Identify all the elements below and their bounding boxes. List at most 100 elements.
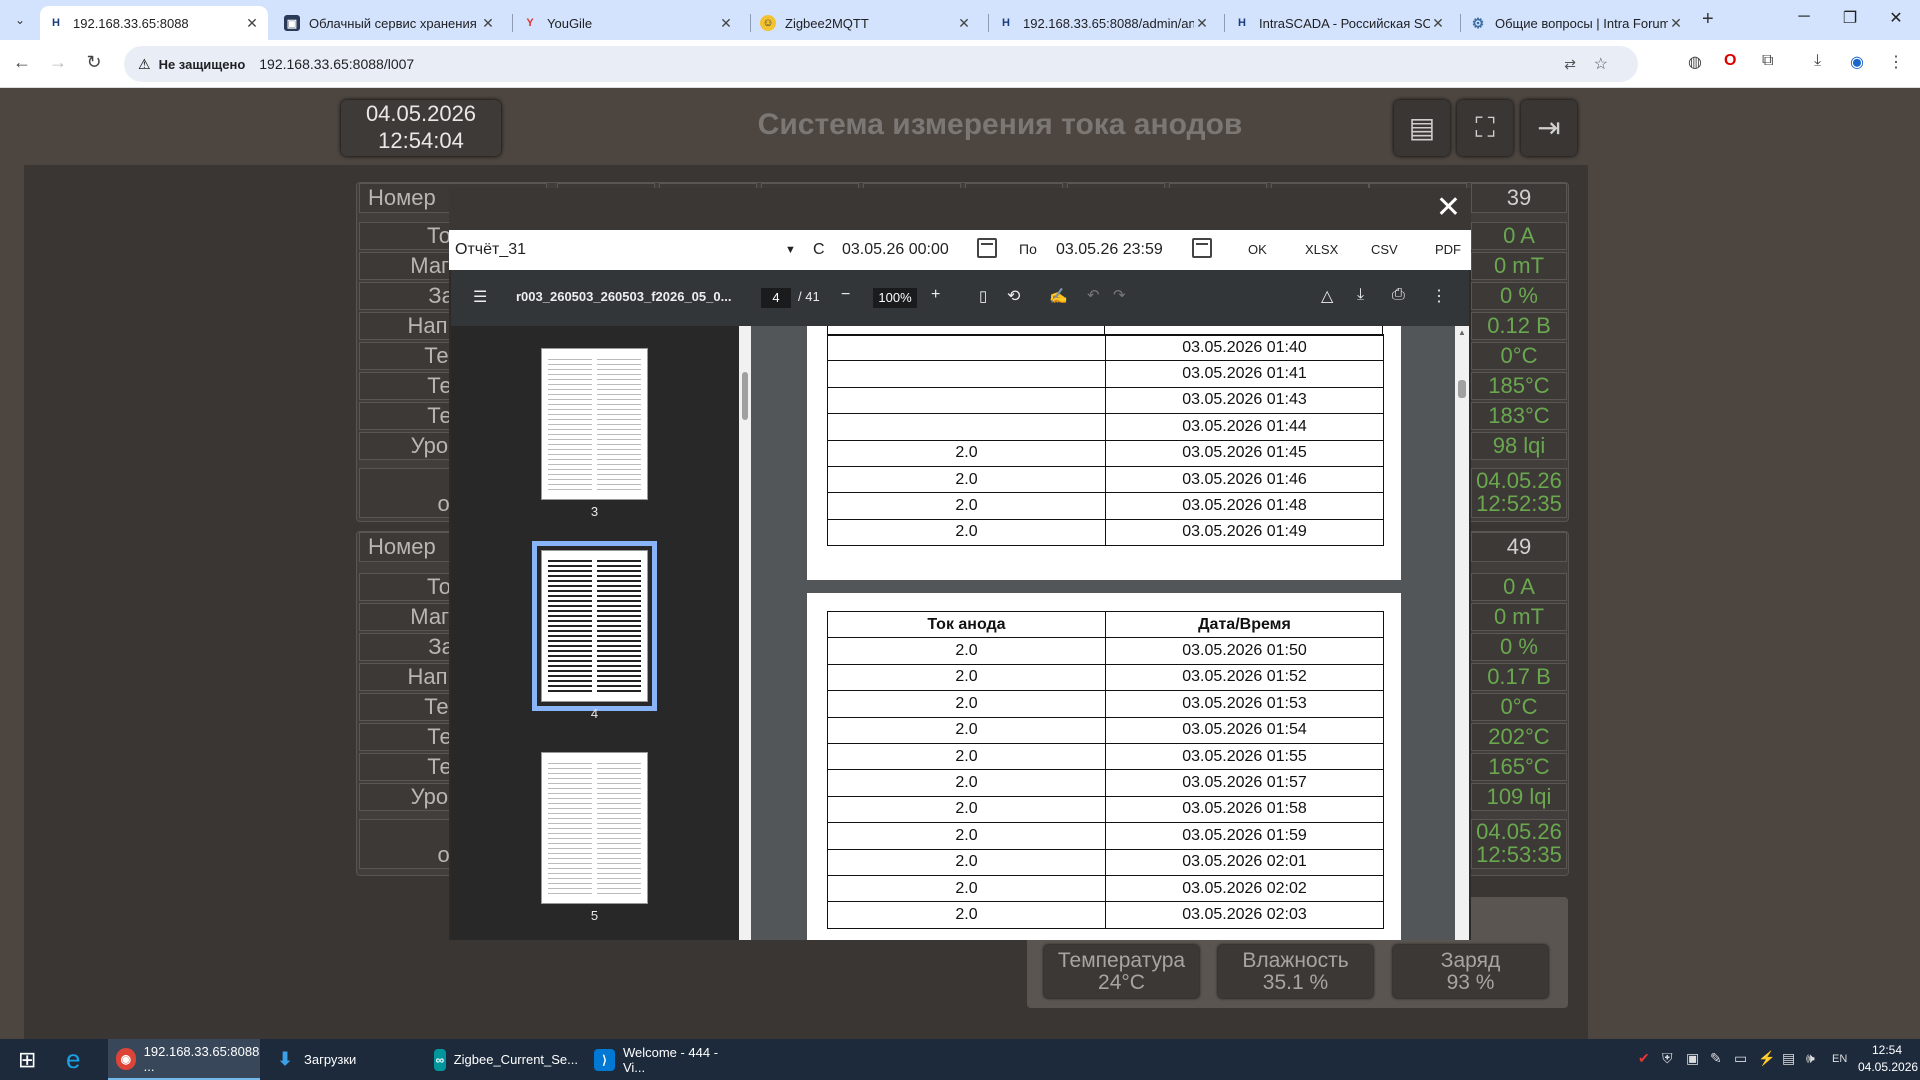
report-book-icon[interactable]: ▤ — [1394, 100, 1450, 156]
logout-icon[interactable]: ⇥ — [1521, 100, 1577, 156]
thumbnail-page-4[interactable] — [532, 541, 657, 711]
url-text[interactable]: 192.168.33.65:8088/l007 — [259, 56, 414, 72]
forward-arrow-icon[interactable]: → — [46, 52, 70, 73]
reload-icon[interactable]: ↻ — [82, 52, 106, 73]
pdf-page-4: Ток анода Дата/Время 2.0 03.05.2026 01:50… — [807, 593, 1401, 940]
annotate-pen-icon[interactable]: ✍ — [1049, 287, 1068, 305]
language-indicator[interactable]: EN — [1832, 1053, 1847, 1065]
volume-icon[interactable]: 🕪 — [1806, 1050, 1815, 1067]
tab-scada-main[interactable]: H 192.168.33.65:8088 ✕ — [40, 6, 268, 40]
internet-explorer-icon[interactable]: e — [58, 1039, 80, 1080]
windows-start-icon[interactable]: ⊞ — [10, 1039, 36, 1080]
tab-yougile[interactable]: Y YouGile ✕ — [514, 6, 742, 40]
close-icon[interactable]: ✕ — [1430, 15, 1446, 32]
system-clock[interactable]: 12:54 04.05.2026 — [1858, 1042, 1918, 1076]
battery-tile: Заряд 93 % — [1393, 945, 1548, 998]
translate-icon[interactable]: ⇄ — [1564, 56, 1576, 73]
pdf-scrollbar[interactable]: ▲ — [1455, 326, 1469, 940]
zoom-in-icon[interactable]: + — [931, 286, 940, 304]
minimize-icon[interactable]: ─ — [1784, 8, 1824, 26]
taskbar-arduino[interactable]: ∞ Zigbee_Current_Se... — [426, 1039, 578, 1080]
anode-current-cell: 2.0 — [827, 901, 1106, 929]
display-tray-icon[interactable]: ▤ — [1782, 1050, 1795, 1067]
close-icon[interactable]: ✕ — [1194, 15, 1210, 32]
report-select[interactable]: Отчёт_31 — [455, 241, 526, 259]
signal-level-value: 98 lqi — [1471, 432, 1567, 460]
tab-search-chevron-icon[interactable]: ⌄ — [10, 10, 30, 30]
more-vert-icon[interactable]: ⋮ — [1431, 286, 1447, 306]
tab-zigbee2mqtt[interactable]: ☺ Zigbee2MQTT ✕ — [752, 6, 980, 40]
globe-icon[interactable]: ◍ — [1688, 52, 1702, 72]
opera-icon[interactable]: O — [1724, 52, 1736, 70]
tab-cloud-storage[interactable]: ▣ Облачный сервис хранения р ✕ — [276, 6, 504, 40]
anode-current-cell: 2.0 — [827, 439, 1106, 467]
drive-save-icon[interactable]: △ — [1321, 286, 1333, 306]
tab-admin[interactable]: H 192.168.33.65:8088/admin/ana ✕ — [990, 6, 1218, 40]
zoom-input[interactable]: 100% — [873, 288, 917, 308]
page-number-input[interactable]: 4 — [761, 288, 791, 308]
ok-button[interactable]: OK — [1248, 242, 1267, 257]
new-tab-plus-icon[interactable]: + — [1702, 8, 1714, 31]
download-icon[interactable]: ⤓ — [1357, 286, 1364, 304]
anode-current-cell: 2.0 — [827, 742, 1106, 771]
dropdown-arrow-icon[interactable]: ▼ — [785, 244, 796, 256]
close-icon[interactable]: ✕ — [1436, 193, 1461, 223]
scroll-thumb[interactable] — [742, 372, 748, 420]
table-row: 2.0 03.05.2026 01:50 — [827, 637, 1384, 665]
calendar-icon[interactable] — [977, 238, 997, 258]
taskbar-chrome[interactable]: ◉ 192.168.33.65:8088 ... — [108, 1039, 260, 1080]
calendar-icon[interactable] — [1192, 238, 1212, 258]
pen-tray-icon[interactable]: ✎ — [1710, 1050, 1722, 1067]
security-label[interactable]: Не защищено — [159, 57, 246, 72]
undo-icon[interactable]: ↶ — [1087, 286, 1100, 304]
close-icon[interactable]: ✕ — [718, 15, 734, 32]
tab-title: Облачный сервис хранения р — [309, 15, 480, 31]
restore-icon[interactable]: ❐ — [1830, 8, 1870, 28]
power-tray-icon[interactable]: ⚡ — [1758, 1050, 1775, 1067]
redo-icon[interactable]: ↷ — [1113, 286, 1126, 304]
sidebar-menu-icon[interactable]: ☰ — [473, 287, 487, 307]
address-bar[interactable]: ⚠ Не защищено 192.168.33.65:8088/l007 ⇄ … — [124, 46, 1638, 82]
print-icon[interactable]: ⎙ — [1392, 286, 1405, 304]
close-icon[interactable]: ✕ — [956, 15, 972, 32]
temp-value: 0°C — [1471, 342, 1567, 370]
network-tray-icon[interactable]: ▭ — [1734, 1050, 1747, 1067]
close-icon[interactable]: ✕ — [1668, 15, 1684, 32]
download-icon[interactable]: ⤓ — [1814, 52, 1821, 70]
xlsx-button[interactable]: XLSX — [1305, 242, 1338, 257]
thumbnail-scrollbar[interactable] — [739, 326, 751, 940]
taskbar-vscode[interactable]: ⟩ Welcome - 444 - Vi... — [586, 1039, 738, 1080]
extensions-puzzle-icon[interactable]: ⧉ — [1762, 52, 1773, 70]
temp-value: 202°C — [1471, 723, 1567, 751]
close-icon[interactable]: ✕ — [244, 15, 260, 32]
column-header-current: Ток анода — [827, 610, 1106, 639]
window-close-icon[interactable]: ✕ — [1876, 8, 1916, 28]
datetime-cell: 03.05.2026 01:57 — [1105, 769, 1384, 797]
thumbnail-page-3[interactable] — [541, 348, 648, 500]
table-header-row: Ток анода Дата/Время — [827, 610, 1384, 639]
browser-menu-icon[interactable]: ⋮ — [1888, 52, 1904, 72]
anode-number: 39 — [1471, 183, 1567, 213]
antivirus-icon[interactable]: ✔ — [1638, 1050, 1650, 1067]
close-icon[interactable]: ✕ — [480, 15, 496, 32]
tab-intrascada[interactable]: H IntraSCADA - Российская SCA ✕ — [1226, 6, 1454, 40]
pdf-button[interactable]: PDF — [1435, 242, 1461, 257]
monitor-tray-icon[interactable]: ▣ — [1686, 1050, 1699, 1067]
profile-avatar-icon[interactable]: ◉ — [1850, 52, 1864, 72]
zoom-out-icon[interactable]: − — [841, 286, 850, 304]
back-arrow-icon[interactable]: ← — [10, 52, 34, 73]
taskbar-downloads[interactable]: ⬇ Загрузки — [266, 1039, 418, 1080]
shield-tray-icon[interactable]: ⛨ — [1662, 1050, 1673, 1067]
taskbar-label: 192.168.33.65:8088 ... — [143, 1043, 260, 1074]
scroll-thumb[interactable] — [1458, 380, 1466, 398]
fullscreen-icon[interactable]: ⛶ — [1457, 100, 1513, 156]
thumbnail-page-5[interactable] — [541, 752, 648, 904]
rotate-icon[interactable]: ⟲ — [1007, 286, 1020, 306]
tab-forum[interactable]: ⚙ Общие вопросы | Intra Forum ✕ — [1462, 6, 1692, 40]
bookmark-star-icon[interactable]: ☆ — [1594, 54, 1608, 74]
from-datetime-input[interactable]: 03.05.26 00:00 — [842, 241, 949, 259]
fit-page-icon[interactable]: ▯ — [979, 287, 987, 305]
to-datetime-input[interactable]: 03.05.26 23:59 — [1056, 241, 1163, 259]
csv-button[interactable]: CSV — [1371, 242, 1398, 257]
scroll-up-icon[interactable]: ▲ — [1458, 328, 1466, 337]
